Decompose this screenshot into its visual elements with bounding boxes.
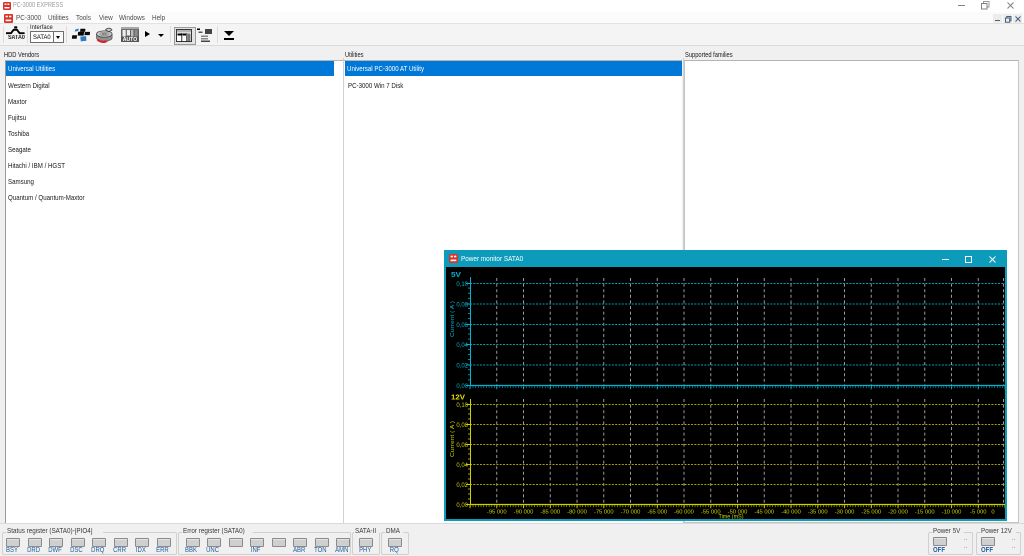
svg-text:-95 000: -95 000 (487, 510, 507, 516)
svg-text:-60 000: -60 000 (674, 510, 694, 516)
svg-text:-75 000: -75 000 (594, 510, 614, 516)
svg-text:0,04: 0,04 (456, 463, 468, 469)
svg-text:-25 000: -25 000 (861, 510, 881, 516)
svg-text:0,08: 0,08 (456, 423, 468, 429)
svg-text:12V: 12V (451, 395, 465, 402)
svg-text:-35 000: -35 000 (808, 510, 828, 516)
svg-text:-15 000: -15 000 (915, 510, 935, 516)
svg-text:-90 000: -90 000 (514, 510, 534, 516)
svg-text:-5 000: -5 000 (970, 510, 986, 516)
svg-text:0,02: 0,02 (456, 483, 468, 489)
svg-text:0,06: 0,06 (456, 323, 468, 329)
svg-text:Current ( A ): Current ( A ) (450, 301, 456, 337)
svg-text:-80 000: -80 000 (567, 510, 587, 516)
svg-text:Time (mS): Time (mS) (719, 515, 744, 520)
svg-text:AUTO: AUTO (123, 37, 138, 42)
svg-text:0,02: 0,02 (456, 364, 468, 370)
svg-text:0,00: 0,00 (456, 503, 468, 509)
svg-text:0,10: 0,10 (456, 403, 468, 409)
svg-text:-30 000: -30 000 (835, 510, 855, 516)
svg-text:-70 000: -70 000 (621, 510, 641, 516)
svg-text:0,08: 0,08 (456, 303, 468, 309)
svg-text:-65 000: -65 000 (647, 510, 667, 516)
svg-text:0: 0 (991, 510, 994, 516)
svg-text:0,00: 0,00 (456, 384, 468, 390)
svg-text:-45 000: -45 000 (754, 510, 774, 516)
svg-text:0,10: 0,10 (456, 282, 468, 288)
svg-text:0,06: 0,06 (456, 443, 468, 449)
svg-text:Current ( A ): Current ( A ) (450, 421, 456, 457)
svg-text:-20 000: -20 000 (888, 510, 908, 516)
svg-text:-40 000: -40 000 (781, 510, 801, 516)
svg-text:-10 000: -10 000 (942, 510, 962, 516)
svg-text:5V: 5V (451, 272, 461, 279)
svg-text:-85 000: -85 000 (540, 510, 560, 516)
svg-text:0,04: 0,04 (456, 343, 468, 349)
